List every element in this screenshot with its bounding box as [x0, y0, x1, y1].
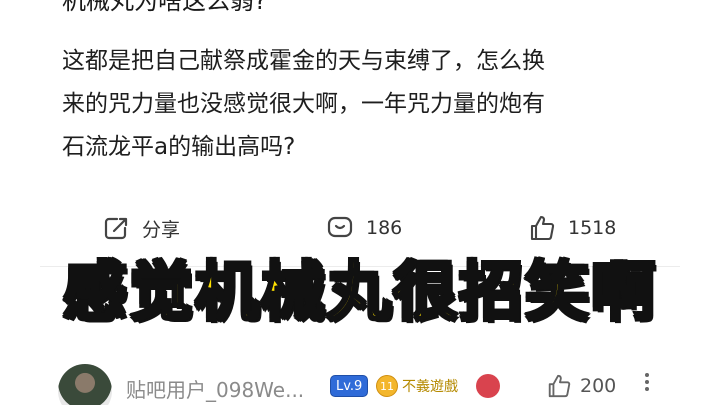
like-icon	[530, 215, 555, 241]
badge-icon	[476, 374, 500, 398]
comment-count: 186	[366, 217, 403, 239]
share-label: 分享	[142, 218, 181, 241]
post-body: 这都是把自己献祭成霍金的天与束缚了，怎么换 来的咒力量也没感觉很大啊，一年咒力量…	[62, 40, 682, 169]
fan-badge: 11 不義遊戲	[376, 374, 458, 398]
fan-level: 11	[376, 375, 398, 397]
like-count: 1518	[568, 217, 617, 239]
avatar[interactable]	[58, 364, 112, 405]
fan-title: 不義遊戲	[402, 379, 458, 395]
post-body-line: 石流龙平a的输出高吗?	[62, 134, 296, 160]
post-body-line: 来的咒力量也没感觉很大啊，一年咒力量的炮有	[62, 91, 545, 117]
caption-overlay: 感觉机械丸很招笑啊	[62, 255, 657, 332]
post-body-line: 这都是把自己献祭成霍金的天与束缚了，怎么换	[62, 48, 545, 74]
post-screen: 机械丸为啥这么弱? 这都是把自己献祭成霍金的天与束缚了，怎么换 来的咒力量也没感…	[0, 0, 720, 405]
comment-like-button[interactable]: 200	[546, 373, 616, 399]
more-icon[interactable]	[642, 370, 652, 400]
comment-button[interactable]: 186	[326, 214, 402, 242]
like-button[interactable]: 1518	[528, 214, 616, 242]
comment-like-count: 200	[580, 375, 617, 397]
level-badge: Lv.9	[330, 375, 369, 397]
comment-item[interactable]: 贴吧用户_098We... Lv.9 11 不義遊戲 200	[52, 360, 692, 405]
share-button[interactable]: 分享	[102, 214, 180, 242]
like-icon	[548, 374, 571, 398]
comment-username[interactable]: 贴吧用户_098We...	[126, 374, 304, 403]
comment-icon	[327, 216, 353, 238]
post-title: 机械丸为啥这么弱?	[62, 0, 267, 14]
share-icon	[104, 217, 128, 240]
